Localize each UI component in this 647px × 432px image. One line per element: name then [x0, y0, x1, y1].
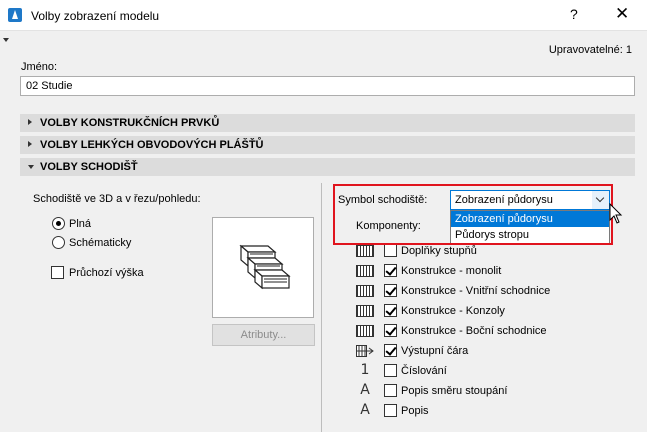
- name-label: Jméno:: [21, 61, 58, 73]
- expand-icon: [28, 119, 32, 125]
- component-label: Doplňky stupňů: [401, 245, 477, 257]
- text-icon: A: [360, 382, 370, 398]
- component-checkbox[interactable]: [384, 404, 397, 417]
- help-button[interactable]: ?: [570, 6, 578, 22]
- component-checkbox[interactable]: [384, 384, 397, 397]
- radio-schematic[interactable]: [52, 236, 65, 249]
- app-icon: [8, 8, 22, 22]
- stair-preview: [212, 217, 314, 318]
- stair-view-label: Schodiště ve 3D a v řezu/pohledu:: [33, 193, 201, 205]
- component-label: Výstupní čára: [401, 345, 469, 357]
- component-label: Popis směru stoupání: [401, 385, 508, 397]
- radio-schematic-label: Schématicky: [69, 237, 132, 249]
- hatch-icon: [356, 285, 374, 297]
- section-label: VOLBY LEHKÝCH OBVODOVÝCH PLÁŠŤŮ: [40, 139, 264, 151]
- collapse-icon: [28, 165, 34, 169]
- hatch-icon: [356, 265, 374, 277]
- name-input[interactable]: 02 Studie: [20, 76, 635, 96]
- component-label: Konstrukce - monolit: [401, 265, 502, 277]
- walkline-checkbox[interactable]: [51, 266, 64, 279]
- component-label: Konstrukce - Boční schodnice: [401, 325, 547, 337]
- editable-count: Upravovatelné: 1: [548, 44, 632, 56]
- section-stair-options[interactable]: VOLBY SCHODIŠŤ: [20, 158, 635, 176]
- close-button[interactable]: ✕: [615, 4, 629, 24]
- component-label: Číslování: [401, 365, 447, 377]
- hatch-icon: [356, 245, 374, 257]
- collapse-arrow-icon[interactable]: [3, 38, 9, 42]
- expand-icon: [28, 141, 32, 147]
- section-structural-options[interactable]: VOLBY KONSTRUKČNÍCH PRVKŮ: [20, 114, 635, 132]
- text-icon: A: [360, 402, 370, 418]
- hatch-icon: [356, 305, 374, 317]
- component-checkbox[interactable]: [384, 344, 397, 357]
- component-label: Popis: [401, 405, 429, 417]
- component-checkbox[interactable]: [384, 324, 397, 337]
- annotation-highlight-box: [333, 184, 613, 245]
- section-label: VOLBY KONSTRUKČNÍCH PRVKŮ: [40, 117, 220, 129]
- numbering-icon: 1: [360, 362, 370, 378]
- section-curtain-wall-options[interactable]: VOLBY LEHKÝCH OBVODOVÝCH PLÁŠŤŮ: [20, 136, 635, 154]
- attributes-button[interactable]: Atributy...: [212, 324, 315, 346]
- component-checkbox[interactable]: [384, 264, 397, 277]
- stair-preview-icon: [239, 244, 291, 290]
- section-label: VOLBY SCHODIŠŤ: [40, 161, 138, 173]
- component-checkbox[interactable]: [384, 364, 397, 377]
- component-checkbox[interactable]: [384, 304, 397, 317]
- hatch-icon: [356, 325, 374, 337]
- walkline-label: Průchozí výška: [69, 267, 144, 279]
- component-label: Konstrukce - Konzoly: [401, 305, 505, 317]
- component-checkbox[interactable]: [384, 244, 397, 257]
- panel-divider: [321, 183, 322, 432]
- walkline-icon: [356, 345, 374, 357]
- window-title: Volby zobrazení modelu: [31, 9, 160, 23]
- radio-full-label: Plná: [69, 218, 92, 230]
- component-label: Konstrukce - Vnitřní schodnice: [401, 285, 551, 297]
- title-bar: Volby zobrazení modelu ? ✕: [0, 0, 647, 31]
- radio-full[interactable]: [52, 217, 65, 230]
- walkline-svg-icon: [356, 345, 374, 357]
- component-checkbox[interactable]: [384, 284, 397, 297]
